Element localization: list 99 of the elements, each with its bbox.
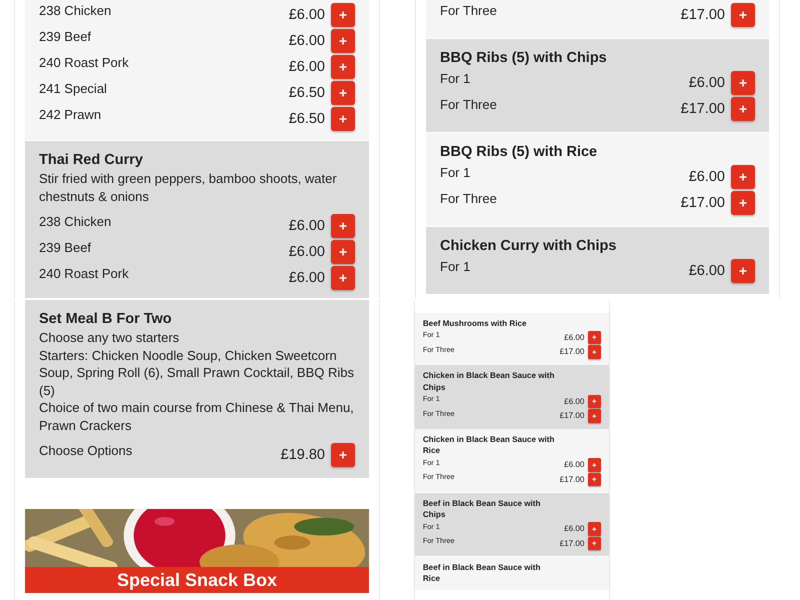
price: £6.00: [288, 58, 325, 77]
price: £6.00: [288, 243, 325, 262]
add-button[interactable]: [731, 191, 755, 215]
dish-title: Thai Red Curry: [39, 151, 144, 170]
add-button[interactable]: [588, 409, 602, 423]
dish-title: Chicken Curry with Chips: [440, 237, 618, 256]
portion-label: 239 Beef: [39, 239, 92, 257]
portion-label: 240 Roast Pork: [39, 265, 129, 283]
plus-icon: [739, 11, 747, 19]
dish-title: Beef in Black Bean Sauce with Rice: [422, 562, 542, 584]
price: £6.00: [564, 459, 584, 471]
dish-title: Beef in Black Bean Sauce with Chips: [422, 498, 542, 520]
price: £17.00: [680, 6, 725, 25]
add-button[interactable]: [331, 29, 355, 53]
price: £17.00: [560, 346, 584, 358]
portion-label: For 1: [440, 70, 470, 88]
portion-label: 240 Roast Pork: [39, 54, 129, 72]
plus-icon: [592, 350, 597, 354]
portion-label: 242 Prawn: [39, 106, 102, 124]
add-button[interactable]: [331, 240, 355, 264]
plus-icon: [739, 79, 747, 87]
add-button[interactable]: [331, 3, 355, 27]
plus-icon: [592, 541, 597, 546]
price: £6.00: [288, 217, 325, 236]
portion-label: For 1: [440, 258, 470, 276]
plus-icon: [592, 462, 597, 468]
add-button[interactable]: [588, 536, 602, 550]
promo-banner: Special Snack Box: [25, 567, 369, 593]
add-button[interactable]: [331, 266, 355, 290]
add-button[interactable]: [331, 443, 355, 467]
dish-description: Stir fried with green peppers, bamboo shoots, water chestnuts & onions: [39, 170, 338, 205]
plus-icon: [739, 105, 747, 113]
add-button[interactable]: [731, 71, 755, 95]
dish-title: BBQ Ribs (5) with Rice: [440, 143, 598, 162]
portion-label: For Three: [440, 96, 497, 114]
dish-description: Choose any two starters: [39, 329, 180, 346]
dish-title: Set Meal B For Two: [39, 310, 173, 329]
plus-icon: [339, 115, 347, 123]
price: £6.00: [288, 32, 325, 51]
dish-title: Chicken in Black Bean Sauce with Chips: [422, 370, 556, 393]
dish-title: Chicken in Black Bean Sauce with Rice: [422, 434, 556, 457]
price: £6.00: [688, 74, 725, 93]
plus-icon: [339, 11, 347, 19]
price: £6.50: [288, 84, 325, 103]
price: £19.80: [280, 446, 325, 465]
plus-icon: [592, 399, 597, 404]
dish-description: Starters: Chicken Noodle Soup, Chicken Sweetcorn Soup, Spring Roll (6), Small Prawn Cocktail, BBQ Ribs (5): [39, 346, 355, 399]
plus-icon: [339, 248, 347, 256]
dish-title: Beef Mushrooms with Rice: [422, 318, 528, 330]
add-button[interactable]: [588, 458, 602, 472]
dish-title: BBQ Ribs (5) with Chips: [440, 49, 608, 68]
add-button[interactable]: [331, 55, 355, 79]
price: £6.00: [288, 269, 325, 288]
price: £6.00: [688, 168, 725, 187]
portion-label: Choose Options: [39, 442, 132, 460]
portion-label: For Three: [440, 190, 497, 208]
add-button[interactable]: [731, 259, 755, 283]
price: £17.00: [680, 194, 725, 213]
portion-label: For 1: [440, 164, 470, 182]
plus-icon: [339, 89, 347, 97]
plus-icon: [339, 37, 347, 45]
add-button[interactable]: [731, 3, 755, 27]
price: £17.00: [560, 474, 584, 486]
price: £6.00: [564, 523, 584, 534]
dish-description: Choice of two main course from Chinese & Thai Menu, Prawn Crackers: [39, 399, 355, 434]
plus-icon: [739, 199, 747, 207]
add-button[interactable]: [331, 214, 355, 238]
price: £6.00: [564, 332, 584, 344]
plus-icon: [592, 477, 597, 482]
add-button[interactable]: [588, 394, 602, 408]
portion-label: For Three: [440, 2, 497, 20]
plus-icon: [739, 173, 747, 181]
price: £17.00: [680, 100, 725, 119]
plus-icon: [592, 335, 597, 340]
add-button[interactable]: [731, 165, 755, 189]
price: £6.00: [564, 396, 584, 407]
add-button[interactable]: [588, 345, 602, 359]
plus-icon: [739, 267, 747, 275]
add-button[interactable]: [331, 81, 355, 105]
plus-icon: [339, 222, 347, 230]
price: £6.00: [288, 6, 325, 25]
plus-icon: [592, 526, 597, 532]
plus-icon: [339, 274, 347, 282]
portion-label: 238 Chicken: [39, 213, 112, 231]
price: £17.00: [560, 538, 584, 549]
add-button[interactable]: [588, 522, 602, 536]
add-button[interactable]: [731, 97, 755, 121]
portion-label: 238 Chicken: [39, 2, 112, 20]
price: £17.00: [560, 410, 584, 422]
portion-label: 241 Special: [39, 80, 107, 98]
add-button[interactable]: [588, 330, 602, 344]
plus-icon: [339, 63, 347, 71]
portion-label: 239 Beef: [39, 28, 92, 46]
add-button[interactable]: [331, 107, 355, 131]
price: £6.50: [288, 110, 325, 129]
plus-icon: [592, 414, 597, 418]
plus-icon: [339, 451, 347, 459]
price: £6.00: [688, 262, 725, 281]
add-button[interactable]: [588, 472, 602, 486]
